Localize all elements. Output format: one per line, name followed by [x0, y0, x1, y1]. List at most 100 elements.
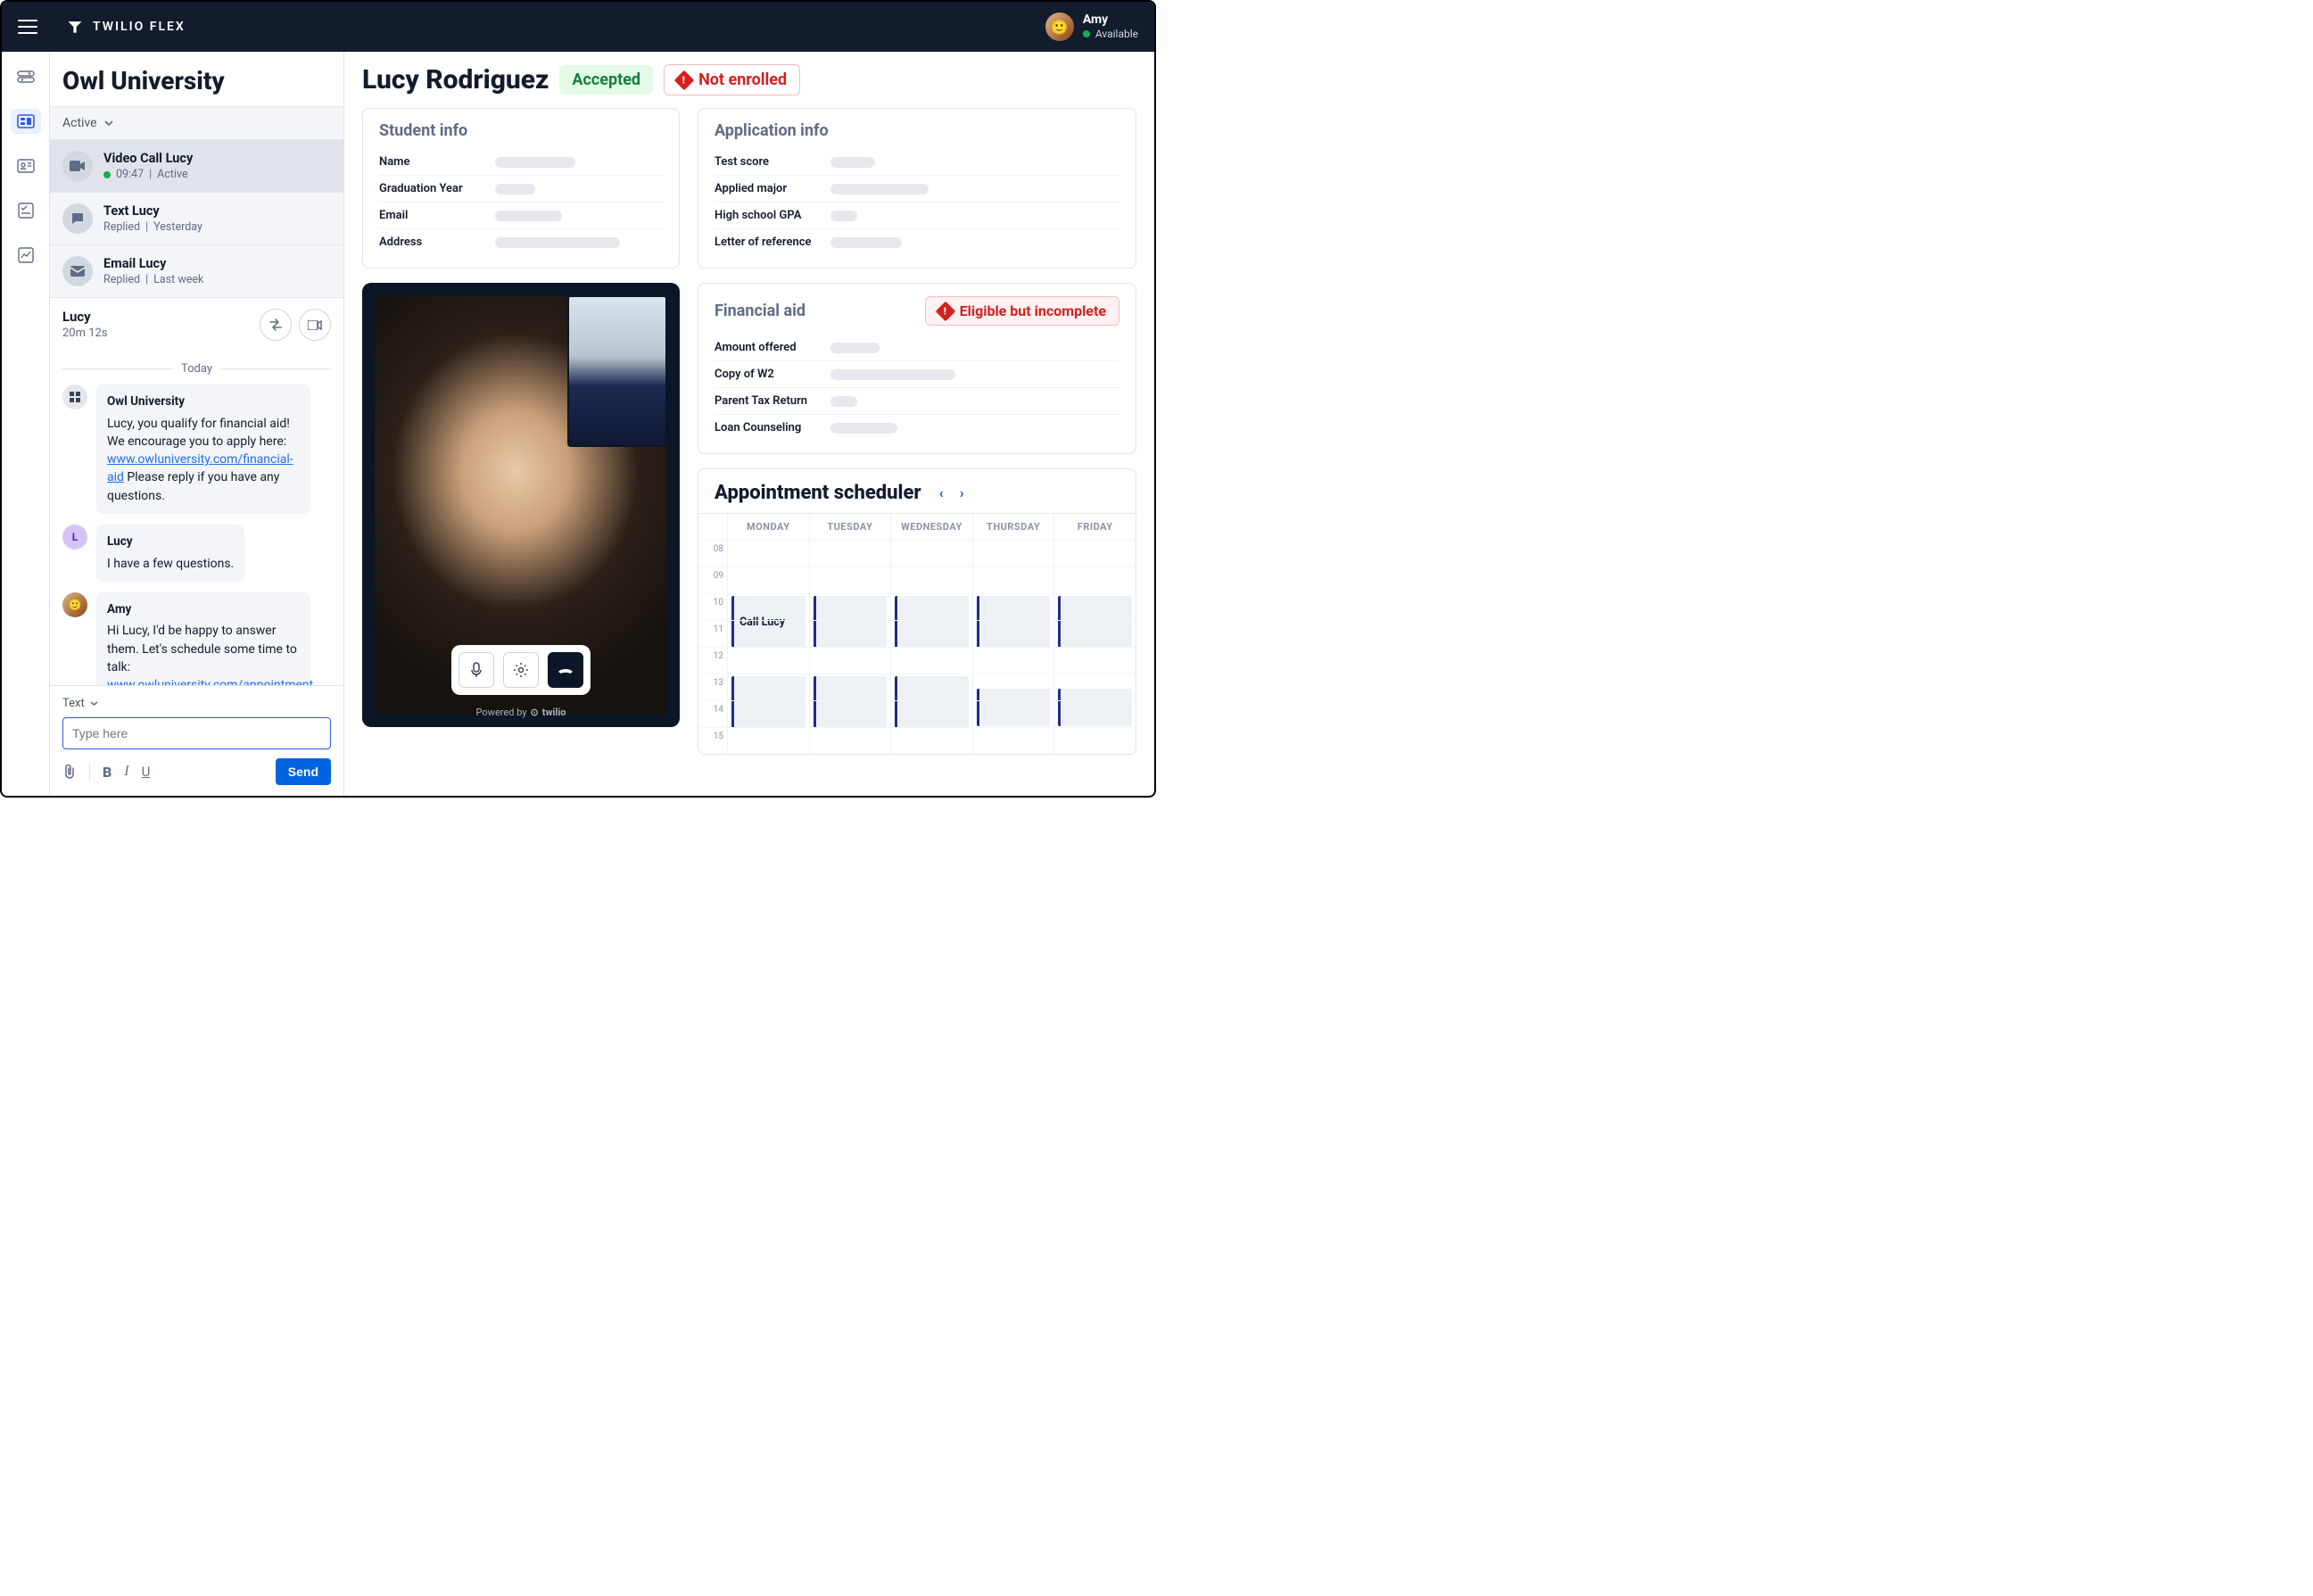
task-video-call[interactable]: Video Call Lucy 09:47|Active [50, 140, 343, 193]
day-label: Today [181, 362, 212, 376]
rail-agent-icon[interactable] [11, 109, 41, 134]
calendar-cell[interactable] [809, 700, 891, 727]
conversation-title: Lucy [62, 309, 260, 325]
rail-reports-icon[interactable] [11, 243, 41, 268]
mail-icon [62, 256, 93, 286]
task-meta: Replied|Yesterday [103, 220, 202, 234]
calendar-cell[interactable] [890, 727, 972, 754]
calendar-cell[interactable] [1053, 620, 1136, 647]
calendar-cell[interactable] [972, 540, 1054, 566]
calendar-cell[interactable] [972, 647, 1054, 674]
rail-tasks-icon[interactable] [11, 198, 41, 223]
rail-contacts-icon[interactable] [11, 153, 41, 178]
user-status: Available [1083, 28, 1138, 40]
org-title: Owl University [50, 52, 343, 106]
message: 🙂 Amy Hi Lucy, I'd be happy to answer th… [62, 592, 331, 685]
avatar: 🙂 [62, 592, 87, 617]
message-text: I have a few questions. [107, 557, 234, 571]
hour-label: 12 [698, 647, 727, 674]
calendar-cell[interactable] [1053, 700, 1136, 727]
rail-toggle-icon[interactable] [11, 64, 41, 89]
next-week-button[interactable]: › [960, 484, 964, 501]
video-icon [62, 151, 93, 181]
video-pip-feed [567, 295, 667, 447]
menu-button[interactable] [18, 20, 37, 34]
calendar-cell[interactable] [1053, 727, 1136, 754]
composer-mode[interactable]: Text [62, 693, 98, 717]
calendar-cell[interactable] [809, 566, 891, 593]
task-title: Video Call Lucy [103, 151, 193, 166]
calendar-cell[interactable] [972, 674, 1054, 700]
italic-button[interactable]: I [124, 764, 128, 780]
eligible-incomplete-badge: ! Eligible but incomplete [925, 296, 1119, 326]
video-panel: Powered by ⊙twilio [362, 283, 680, 727]
calendar-cell[interactable] [890, 674, 972, 700]
calendar-cell[interactable] [727, 674, 809, 700]
task-meta: 09:47|Active [103, 168, 193, 181]
attachment-button[interactable] [62, 764, 77, 780]
calendar-cell[interactable] [727, 647, 809, 674]
scheduler-title: Appointment scheduler [715, 482, 921, 504]
calendar-cell[interactable] [1053, 566, 1136, 593]
chevron-down-icon [90, 701, 98, 706]
calendar-cell[interactable] [972, 620, 1054, 647]
powered-by: Powered by ⊙twilio [476, 707, 566, 718]
task-title: Email Lucy [103, 256, 203, 271]
calendar-cell[interactable] [890, 620, 972, 647]
application-info-card: Application info Test score Applied majo… [698, 108, 1136, 269]
send-button[interactable]: Send [276, 758, 331, 785]
calendar-cell[interactable] [972, 593, 1054, 620]
calendar-cell[interactable] [1053, 674, 1136, 700]
calendar-cell[interactable] [727, 727, 809, 754]
message-input[interactable] [62, 717, 331, 749]
calendar-cell[interactable]: Call Lucy [727, 593, 809, 620]
calendar-cell[interactable] [890, 593, 972, 620]
calendar-cell[interactable] [890, 647, 972, 674]
appointment-link[interactable]: www.owluniversity.com/appointment [107, 678, 313, 685]
calendar-cell[interactable] [809, 727, 891, 754]
transfer-button[interactable] [260, 309, 292, 341]
end-call-button[interactable] [548, 652, 583, 688]
underline-button[interactable]: U [142, 764, 151, 780]
calendar-cell[interactable] [809, 647, 891, 674]
not-enrolled-badge: ! Not enrolled [664, 64, 800, 95]
task-text[interactable]: Text Lucy Replied|Yesterday [50, 193, 343, 245]
user-chip[interactable]: 🙂 Amy Available [1045, 12, 1138, 41]
bold-button[interactable]: B [103, 764, 112, 781]
calendar-cell[interactable] [972, 700, 1054, 727]
grid-icon [62, 385, 87, 409]
calendar-cell[interactable] [809, 674, 891, 700]
calendar-cell[interactable] [890, 566, 972, 593]
calendar-cell[interactable] [727, 620, 809, 647]
calendar-cell[interactable] [1053, 647, 1136, 674]
calendar-cell[interactable] [890, 700, 972, 727]
hour-label: 08 [698, 540, 727, 566]
calendar-cell[interactable] [1053, 540, 1136, 566]
day-header: TUESDAY [809, 514, 891, 540]
mute-button[interactable] [458, 652, 494, 688]
task-email[interactable]: Email Lucy Replied|Last week [50, 245, 343, 298]
calendar-cell[interactable] [727, 700, 809, 727]
calendar-cell[interactable] [972, 566, 1054, 593]
calendar-cell[interactable] [727, 566, 809, 593]
message: L Lucy I have a few questions. [62, 525, 331, 582]
chevron-down-icon [104, 120, 113, 126]
calendar-cell[interactable] [972, 727, 1054, 754]
brand-text: TWILIO FLEX [93, 20, 186, 34]
settings-button[interactable] [503, 652, 539, 688]
calendar-cell[interactable] [809, 540, 891, 566]
task-filter[interactable]: Active [50, 106, 343, 140]
video-button[interactable] [299, 309, 331, 341]
calendar-cell[interactable] [809, 593, 891, 620]
calendar-cell[interactable] [1053, 593, 1136, 620]
scheduler-grid[interactable]: MONDAYTUESDAYWEDNESDAYTHURSDAYFRIDAY0809… [698, 513, 1136, 754]
hour-label: 15 [698, 727, 727, 754]
message-sender: Owl University [107, 393, 300, 411]
hour-label: 13 [698, 674, 727, 700]
hour-label: 11 [698, 620, 727, 647]
calendar-cell[interactable] [727, 540, 809, 566]
calendar-cell[interactable] [890, 540, 972, 566]
calendar-cell[interactable] [809, 620, 891, 647]
prev-week-button[interactable]: ‹ [939, 484, 944, 501]
hour-label: 14 [698, 700, 727, 727]
